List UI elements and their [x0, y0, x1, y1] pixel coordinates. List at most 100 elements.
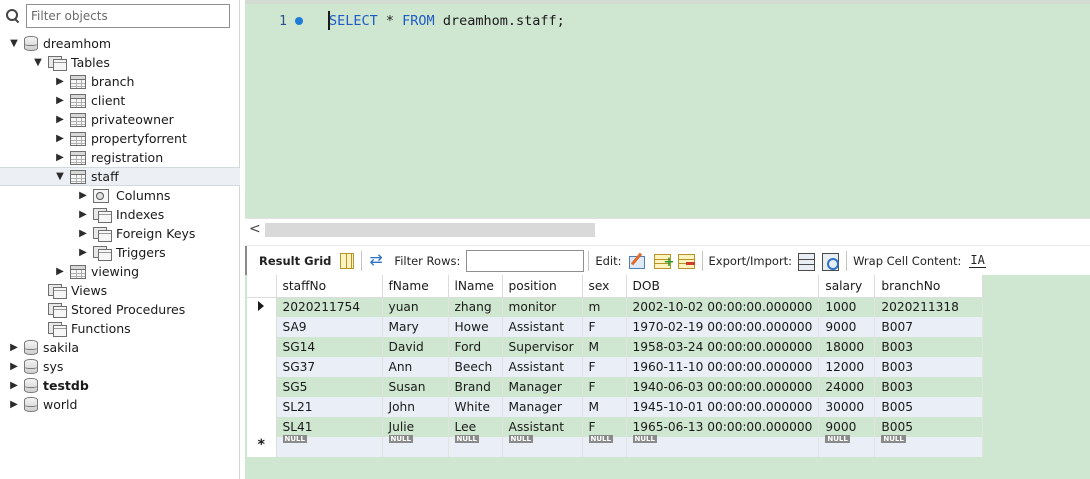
tree-item-functions[interactable]: Functions [0, 319, 240, 338]
expand-arrow-icon[interactable]: ▶ [8, 399, 20, 411]
column-header-salary[interactable]: salary [818, 275, 876, 298]
tree-item-registration[interactable]: ▶ registration [0, 148, 240, 167]
cell-branchno[interactable]: B003 [874, 377, 984, 397]
cell-dob[interactable]: 1970-02-19 00:00:00.000000 [626, 317, 820, 337]
row-gutter[interactable] [247, 317, 277, 337]
tree-item-triggers[interactable]: ▶ Triggers [0, 243, 240, 262]
cell-lname[interactable]: Brand [448, 377, 503, 397]
cell-dob[interactable]: 1945-10-01 00:00:00.000000 [626, 397, 820, 417]
column-header-position[interactable]: position [502, 275, 583, 298]
row-gutter[interactable] [247, 297, 277, 317]
cell-dob[interactable]: 2002-10-02 00:00:00.000000 [626, 297, 820, 317]
expand-arrow-icon[interactable]: ▶ [77, 228, 89, 240]
cell-position[interactable]: Assistant [502, 417, 583, 437]
expand-arrow-icon[interactable]: ▶ [54, 95, 66, 107]
tree-item-client[interactable]: ▶ client [0, 91, 240, 110]
tree-item-testdb[interactable]: ▶ testdb [0, 376, 240, 395]
cell-staffno[interactable]: SG5 [276, 377, 383, 397]
cell-staffno[interactable]: SL41 [276, 417, 383, 437]
edit-row-icon[interactable] [627, 252, 647, 270]
expand-arrow-icon[interactable]: ▶ [54, 266, 66, 278]
cell-dob[interactable]: 1965-06-13 00:00:00.000000 [626, 417, 820, 437]
filter-objects-input[interactable] [26, 4, 230, 28]
cell-sex[interactable]: F [582, 357, 627, 377]
refresh-icon[interactable] [369, 250, 387, 270]
filter-rows-input[interactable] [466, 249, 585, 272]
cell-fname[interactable]: Mary [382, 317, 449, 337]
cell-lname[interactable]: Ford [448, 337, 503, 357]
column-header-branchno[interactable]: branchNo [874, 275, 984, 298]
new-row[interactable]: * NULL NULL NULL NULL NULL NULL NULL NULL [247, 435, 984, 457]
cell-position[interactable]: Manager [502, 397, 583, 417]
new-row-cell-lname[interactable]: NULL [448, 435, 503, 457]
expand-arrow-icon[interactable]: ▶ [8, 380, 20, 392]
cell-staffno[interactable]: 2020211754 [276, 297, 383, 317]
cell-staffno[interactable]: SG37 [276, 357, 383, 377]
cell-salary[interactable]: 12000 [818, 357, 876, 377]
tree-item-foreign-keys[interactable]: ▶ Foreign Keys [0, 224, 240, 243]
cell-sex[interactable]: F [582, 377, 627, 397]
tree-item-stored-procedures[interactable]: Stored Procedures [0, 300, 240, 319]
cell-fname[interactable]: Ann [382, 357, 449, 377]
cell-lname[interactable]: Beech [448, 357, 503, 377]
row-gutter[interactable] [247, 357, 277, 377]
tree-item-tables[interactable]: ▼ Tables [0, 53, 240, 72]
cell-fname[interactable]: yuan [382, 297, 449, 317]
cell-position[interactable]: Assistant [502, 317, 583, 337]
column-header-sex[interactable]: sex [582, 275, 627, 298]
cell-staffno[interactable]: SL21 [276, 397, 383, 417]
row-gutter[interactable] [247, 337, 277, 357]
sql-code[interactable]: SELECT * FROM dreamhom.staff; [328, 11, 565, 30]
collapse-arrow-icon[interactable]: ▼ [32, 57, 44, 69]
expand-arrow-icon[interactable]: ▶ [77, 190, 89, 202]
tree-item-privateowner[interactable]: ▶ privateowner [0, 110, 240, 129]
cell-branchno[interactable]: B005 [874, 397, 984, 417]
delete-row-icon[interactable] [677, 252, 695, 270]
collapse-arrow-icon[interactable]: ▼ [54, 171, 66, 183]
cell-salary[interactable]: 1000 [818, 297, 876, 317]
cell-lname[interactable]: Lee [448, 417, 503, 437]
expand-arrow-icon[interactable]: ▶ [8, 361, 20, 373]
wrap-cell-content-icon[interactable]: IA [969, 253, 986, 268]
result-grid[interactable]: staffNo fName lName position sex DOB salary bra… [247, 275, 984, 457]
tree-item-world[interactable]: ▶ world [0, 395, 240, 414]
table-row[interactable]: 2020211754 yuan zhang monitor m 2002-10-02 00… [247, 297, 984, 317]
expand-arrow-icon[interactable]: ▶ [54, 114, 66, 126]
cell-branchno[interactable]: B007 [874, 317, 984, 337]
tree-item-columns[interactable]: ▶ Columns [0, 186, 240, 205]
expand-arrow-icon[interactable]: ▶ [77, 247, 89, 259]
table-row[interactable]: SG14 David Ford Supervisor M 1958-03-24 00:00… [247, 337, 984, 357]
table-row[interactable]: SA9 Mary Howe Assistant F 1970-02-19 00:00:00… [247, 317, 984, 337]
cell-position[interactable]: Manager [502, 377, 583, 397]
expand-arrow-icon[interactable]: ▶ [54, 133, 66, 145]
column-header-staffno[interactable]: staffNo [276, 275, 383, 298]
import-icon[interactable] [821, 252, 840, 271]
new-row-cell-staffno[interactable]: NULL [276, 435, 383, 457]
cell-salary[interactable]: 24000 [818, 377, 876, 397]
cell-sex[interactable]: F [582, 317, 627, 337]
expand-arrow-icon[interactable]: ▶ [54, 152, 66, 164]
column-header-dob[interactable]: DOB [626, 275, 820, 298]
tree-item-indexes[interactable]: ▶ Indexes [0, 205, 240, 224]
cell-sex[interactable]: F [582, 417, 627, 437]
cell-fname[interactable]: Susan [382, 377, 449, 397]
cell-fname[interactable]: Julie [382, 417, 449, 437]
expand-arrow-icon[interactable]: ▶ [77, 209, 89, 221]
new-row-cell-sex[interactable]: NULL [582, 435, 627, 457]
scroll-left-arrow-icon[interactable]: < [249, 221, 261, 237]
table-row[interactable]: SL21 John White Manager M 1945-10-01 00:00:00… [247, 397, 984, 417]
editor-horizontal-scrollbar[interactable]: < [245, 218, 1090, 240]
sql-editor[interactable]: 1 SELECT * FROM dreamhom.staff; [245, 0, 1090, 218]
cell-sex[interactable]: m [582, 297, 627, 317]
editor-line-1[interactable]: 1 SELECT * FROM dreamhom.staff; [245, 10, 1090, 32]
new-row-cell-position[interactable]: NULL [502, 435, 583, 457]
cell-lname[interactable]: zhang [448, 297, 503, 317]
tree-item-views[interactable]: Views [0, 281, 240, 300]
cell-staffno[interactable]: SG14 [276, 337, 383, 357]
new-row-cell-dob[interactable]: NULL [626, 435, 820, 457]
expand-arrow-icon[interactable]: ▶ [54, 76, 66, 88]
table-row[interactable]: SG37 Ann Beech Assistant F 1960-11-10 00:00:0… [247, 357, 984, 377]
tree-item-sakila[interactable]: ▶ sakila [0, 338, 240, 357]
cell-fname[interactable]: John [382, 397, 449, 417]
scrollbar-thumb[interactable] [265, 223, 595, 237]
